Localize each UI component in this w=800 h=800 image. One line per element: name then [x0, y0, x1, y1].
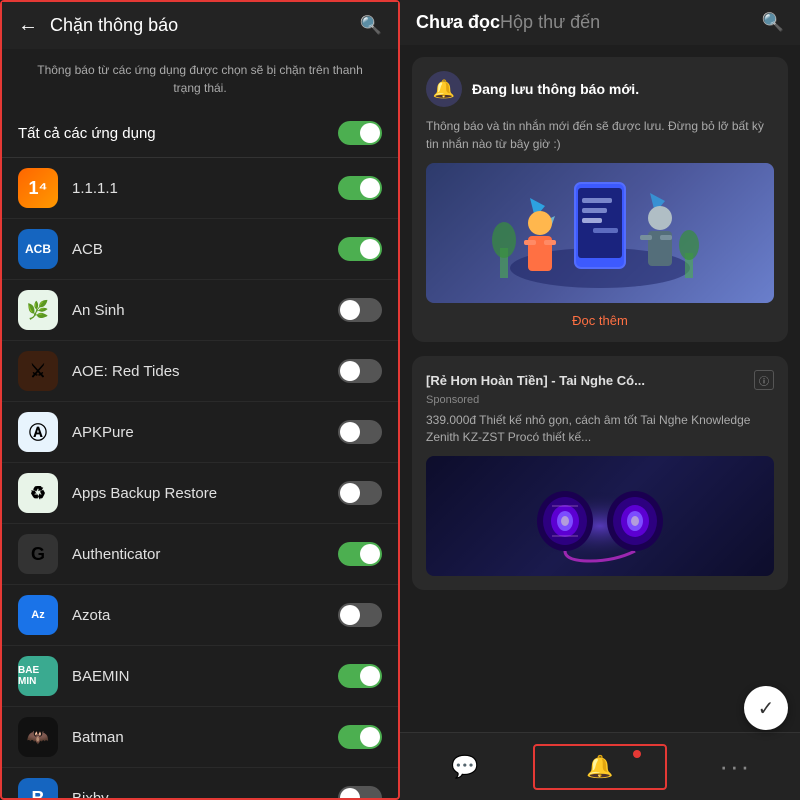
all-apps-section: Tất cả các ứng dụng [2, 109, 398, 158]
left-header: ← Chặn thông báo 🔍 [2, 2, 398, 49]
right-content: 🔔 Đang lưu thông báo mới. Thông báo và t… [400, 45, 800, 732]
notif-illustration [426, 163, 774, 303]
toggle-apps-backup-restore[interactable] [338, 481, 382, 505]
notif-bell-icon: 🔔 [426, 71, 462, 107]
app-item: Az Azota [2, 585, 398, 646]
bottom-nav: 💬 🔔 ··· [400, 732, 800, 800]
right-title-unread: Chưa đọc [416, 12, 500, 33]
app-icon: 1⁴ [18, 168, 58, 208]
app-icon: ♻ [18, 473, 58, 513]
left-panel: ← Chặn thông báo 🔍 Thông báo từ các ứng … [0, 0, 400, 800]
app-name: Batman [72, 729, 338, 746]
app-name: Authenticator [72, 546, 338, 563]
left-search-button[interactable]: 🔍 [360, 15, 382, 36]
right-header: Chưa đọc Hộp thư đến 🔍 [400, 0, 800, 45]
toggle-an-sinh[interactable] [338, 298, 382, 322]
read-more-link[interactable]: Đọc thêm [426, 313, 774, 328]
all-apps-toggle[interactable] [338, 121, 382, 145]
app-name: Azota [72, 607, 338, 624]
ad-info-icon[interactable]: ⓘ [754, 370, 774, 390]
notification-save-card: 🔔 Đang lưu thông báo mới. Thông báo và t… [412, 57, 788, 342]
ad-product-image [426, 456, 774, 576]
right-search-button[interactable]: 🔍 [762, 12, 784, 33]
notif-card-header: 🔔 Đang lưu thông báo mới. [426, 71, 774, 107]
toggle-apkpure[interactable] [338, 420, 382, 444]
app-item: 🌿 An Sinh [2, 280, 398, 341]
notif-card-desc: Thông báo và tin nhắn mới đến sẽ được lư… [426, 117, 774, 153]
app-item: 1⁴ 1.1.1.1 [2, 158, 398, 219]
app-item: Ⓐ APKPure [2, 402, 398, 463]
app-name: An Sinh [72, 302, 338, 319]
toggle-1.1.1.1[interactable] [338, 176, 382, 200]
app-icon: ACB [18, 229, 58, 269]
app-name: AOE: Red Tides [72, 363, 338, 380]
bell-icon: 🔔 [586, 754, 613, 780]
toggle-azota[interactable] [338, 603, 382, 627]
app-icon: Ⓐ [18, 412, 58, 452]
notif-badge [633, 750, 641, 758]
nav-more[interactable]: ··· [671, 743, 800, 790]
app-icon: 🌿 [18, 290, 58, 330]
app-name: Bixby [72, 790, 338, 799]
app-item: ACB ACB [2, 219, 398, 280]
right-panel-wrapper: Chưa đọc Hộp thư đến 🔍 🔔 Đang lưu thông … [400, 0, 800, 800]
ad-description: 339.000đ Thiết kế nhỏ gọn, cách âm tốt T… [426, 412, 774, 446]
app-icon: 🦇 [18, 717, 58, 757]
app-items-container: 1⁴ 1.1.1.1 ACB ACB 🌿 An Sinh ⚔ AOE: Red Tides Ⓐ A… [2, 158, 398, 798]
apps-list: Tất cả các ứng dụng 1⁴ 1.1.1.1 ACB ACB 🌿 An S… [2, 109, 398, 798]
app-item: ♻ Apps Backup Restore [2, 463, 398, 524]
app-item: ⚔ AOE: Red Tides [2, 341, 398, 402]
app-icon: B [18, 778, 58, 798]
ad-title: [Rẻ Hơn Hoàn Tiền] - Tai Nghe Có... [426, 373, 754, 388]
app-icon: BAE MIN [18, 656, 58, 696]
fab-check-button[interactable]: ✓ [744, 686, 788, 730]
toggle-authenticator[interactable] [338, 542, 382, 566]
more-icon: ··· [719, 751, 751, 782]
toggle-acb[interactable] [338, 237, 382, 261]
app-item: 🦇 Batman [2, 707, 398, 768]
right-title-inbox: Hộp thư đến [500, 12, 600, 33]
app-item: G Authenticator [2, 524, 398, 585]
app-icon: Az [18, 595, 58, 635]
app-name: APKPure [72, 424, 338, 441]
app-name: Apps Backup Restore [72, 485, 338, 502]
app-item: BAE MIN BAEMIN [2, 646, 398, 707]
toggle-bixby[interactable] [338, 786, 382, 798]
left-title: Chặn thông báo [50, 15, 360, 36]
notif-card-title: Đang lưu thông báo mới. [472, 81, 639, 97]
nav-bell[interactable]: 🔔 [533, 744, 666, 790]
right-panel: Chưa đọc Hộp thư đến 🔍 🔔 Đang lưu thông … [400, 0, 800, 800]
app-name: ACB [72, 241, 338, 258]
app-item: B Bixby [2, 768, 398, 798]
toggle-batman[interactable] [338, 725, 382, 749]
ad-card-header: [Rẻ Hơn Hoàn Tiền] - Tai Nghe Có... ⓘ [426, 370, 774, 390]
toggle-baemin[interactable] [338, 664, 382, 688]
nav-chat[interactable]: 💬 [400, 746, 529, 788]
left-subtitle: Thông báo từ các ứng dụng được chọn sẽ b… [2, 49, 398, 109]
toggle-aoe:-red-tides[interactable] [338, 359, 382, 383]
app-name: 1.1.1.1 [72, 180, 338, 197]
section-label: Tất cả các ứng dụng [18, 125, 156, 142]
app-name: BAEMIN [72, 668, 338, 685]
back-button[interactable]: ← [18, 14, 38, 37]
ad-sponsored-label: Sponsored [426, 394, 774, 406]
ad-card: [Rẻ Hơn Hoàn Tiền] - Tai Nghe Có... ⓘ Sp… [412, 356, 788, 590]
app-icon: ⚔ [18, 351, 58, 391]
app-icon: G [18, 534, 58, 574]
chat-icon: 💬 [451, 754, 478, 780]
